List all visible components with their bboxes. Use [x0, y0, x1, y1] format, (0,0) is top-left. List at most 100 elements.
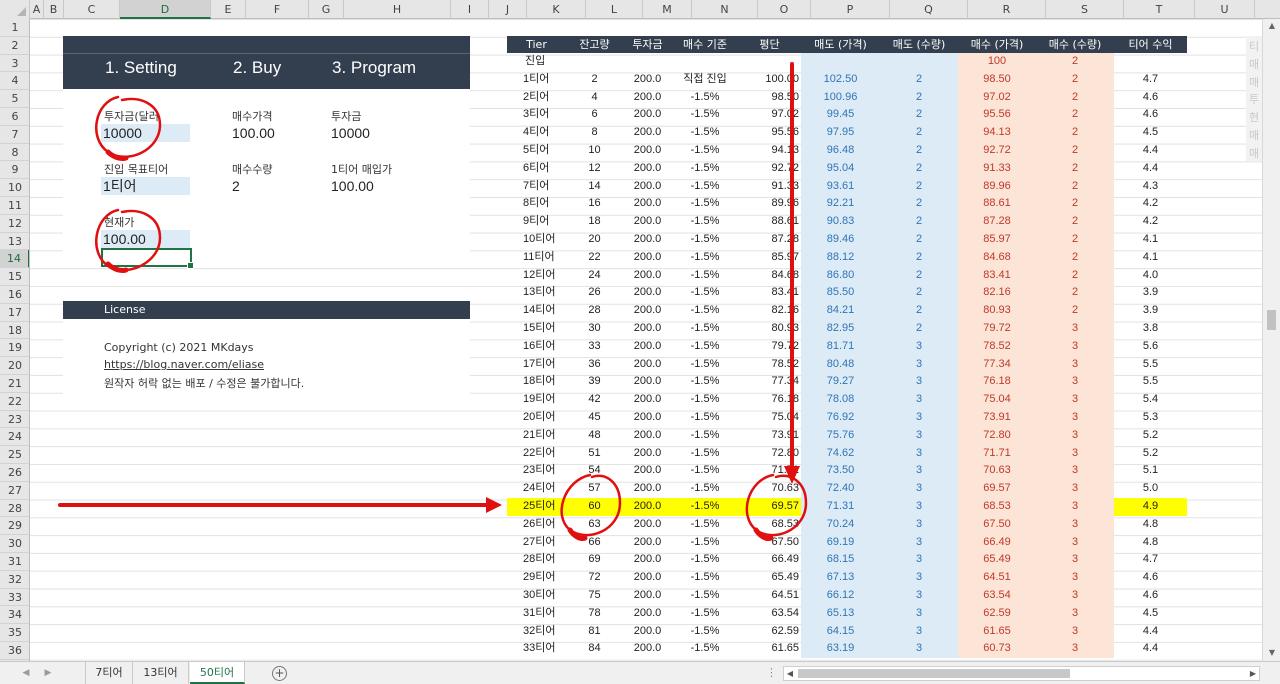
tab-split-handle[interactable]: ⋮	[766, 666, 777, 679]
table-row[interactable]: 2티어 4 200.0 -1.5% 98.50 100.96 2 97.02 2 4.6	[507, 88, 1187, 107]
row-header-24[interactable]: 24	[0, 428, 29, 447]
row-header-25[interactable]: 25	[0, 446, 29, 464]
column-header-n[interactable]: N	[692, 0, 758, 19]
row-header-26[interactable]: 26	[0, 464, 29, 482]
table-row[interactable]: 7티어 14 200.0 -1.5% 91.33 93.61 2 89.96 2 4.3	[507, 177, 1187, 196]
row-header-21[interactable]: 21	[0, 375, 29, 393]
row-header-7[interactable]: 7	[0, 126, 29, 144]
next-sheet-icon[interactable]: ▶	[40, 665, 56, 681]
row-header-12[interactable]: 12	[0, 215, 29, 233]
row-header-10[interactable]: 10	[0, 179, 29, 197]
column-header-b[interactable]: B	[44, 0, 64, 19]
row-header-30[interactable]: 30	[0, 535, 29, 553]
column-header-t[interactable]: T	[1124, 0, 1195, 19]
table-row[interactable]: 3티어 6 200.0 -1.5% 97.02 99.45 2 95.56 2 4.6	[507, 106, 1187, 125]
column-header-o[interactable]: O	[758, 0, 811, 19]
table-row[interactable]: 26티어 63 200.0 -1.5% 68.53 70.24 3 67.50 3 4.8	[507, 515, 1187, 534]
row-header-35[interactable]: 35	[0, 624, 29, 642]
table-row[interactable]: 29티어 72 200.0 -1.5% 65.49 67.13 3 64.51 3 4.6	[507, 569, 1187, 587]
row-header-6[interactable]: 6	[0, 108, 29, 126]
row-header-15[interactable]: 15	[0, 268, 29, 286]
horizontal-scrollbar[interactable]: ◀ ▶	[783, 666, 1260, 681]
row-header-3[interactable]: 3	[0, 55, 29, 73]
row-header-31[interactable]: 31	[0, 553, 29, 571]
row-header-17[interactable]: 17	[0, 304, 29, 322]
add-sheet-icon[interactable]: +	[272, 666, 287, 681]
scroll-down-icon[interactable]: ▼	[1265, 646, 1279, 660]
table-row[interactable]: 21티어 48 200.0 -1.5% 73.91 75.76 3 72.80 3 5.2	[507, 426, 1187, 445]
column-header-q[interactable]: Q	[890, 0, 968, 19]
column-header-c[interactable]: C	[64, 0, 120, 19]
row-header-29[interactable]: 29	[0, 517, 29, 536]
scroll-left-icon[interactable]: ◀	[784, 667, 796, 680]
row-header-9[interactable]: 9	[0, 161, 29, 180]
table-row[interactable]: 19티어 42 200.0 -1.5% 76.18 78.08 3 75.04 3 5.4	[507, 391, 1187, 409]
table-row[interactable]: 1티어 2 200.0 직접 진입 100.00 102.50 2 98.50 2 4.7	[507, 70, 1187, 89]
column-header-h[interactable]: H	[344, 0, 451, 19]
select-all-corner[interactable]	[0, 0, 30, 19]
row-header-36[interactable]: 36	[0, 642, 29, 660]
row-header-5[interactable]: 5	[0, 90, 29, 108]
blog-link[interactable]: https://blog.naver.com/eliase	[104, 358, 264, 371]
table-row[interactable]: 12티어 24 200.0 -1.5% 84.68 86.80 2 83.41 2 4.0	[507, 266, 1187, 285]
table-row[interactable]: 9티어 18 200.0 -1.5% 88.61 90.83 2 87.28 2 4.2	[507, 213, 1187, 231]
vertical-scrollbar[interactable]: ▲ ▼	[1262, 19, 1280, 661]
tab-13tier[interactable]: 13티어	[133, 662, 189, 684]
table-row[interactable]: 25티어 60 200.0 -1.5% 69.57 71.31 3 68.53 3 4.9	[507, 498, 1187, 516]
row-header-2[interactable]: 2	[0, 37, 29, 55]
row-header-27[interactable]: 27	[0, 482, 29, 500]
table-row[interactable]: 8티어 16 200.0 -1.5% 89.96 92.21 2 88.61 2 4.2	[507, 195, 1187, 214]
column-header-f[interactable]: F	[246, 0, 309, 19]
row-header-19[interactable]: 19	[0, 339, 29, 358]
target-tier-input[interactable]: 1티어	[101, 177, 190, 195]
table-row[interactable]: 33티어 84 200.0 -1.5% 61.65 63.19 3 60.73 3 4.4	[507, 640, 1187, 659]
table-row[interactable]: 28티어 69 200.0 -1.5% 66.49 68.15 3 65.49 3 4.7	[507, 551, 1187, 570]
row-header-20[interactable]: 20	[0, 357, 29, 375]
row-header-32[interactable]: 32	[0, 571, 29, 589]
column-header-d[interactable]: D	[120, 0, 211, 19]
vertical-scroll-thumb[interactable]	[1267, 310, 1276, 330]
entry-row[interactable]: 진입 100 2	[507, 53, 1187, 71]
row-header-34[interactable]: 34	[0, 606, 29, 625]
table-row[interactable]: 23티어 54 200.0 -1.5% 71.71 73.50 3 70.63 3 5.1	[507, 462, 1187, 481]
column-header-s[interactable]: S	[1046, 0, 1124, 19]
column-header-e[interactable]: E	[211, 0, 246, 19]
row-header-8[interactable]: 8	[0, 144, 29, 162]
column-header-k[interactable]: K	[527, 0, 586, 19]
row-header-16[interactable]: 16	[0, 286, 29, 304]
table-row[interactable]: 27티어 66 200.0 -1.5% 67.50 69.19 3 66.49 3 4.8	[507, 533, 1187, 552]
table-row[interactable]: 18티어 39 200.0 -1.5% 77.34 79.27 3 76.18 3 5.5	[507, 373, 1187, 392]
scroll-right-icon[interactable]: ▶	[1247, 667, 1259, 680]
table-row[interactable]: 31티어 78 200.0 -1.5% 63.54 65.13 3 62.59 3 4.5	[507, 604, 1187, 623]
row-header-22[interactable]: 22	[0, 393, 29, 411]
tab-50tier[interactable]: 50티어	[190, 662, 245, 684]
table-row[interactable]: 5티어 10 200.0 -1.5% 94.13 96.48 2 92.72 2 4.4	[507, 142, 1187, 160]
table-row[interactable]: 30티어 75 200.0 -1.5% 64.51 66.12 3 63.54 3 4.6	[507, 587, 1187, 605]
table-row[interactable]: 16티어 33 200.0 -1.5% 79.72 81.71 3 78.52 3 5.6	[507, 337, 1187, 356]
table-row[interactable]: 10티어 20 200.0 -1.5% 87.28 89.46 2 85.97 2 4.1	[507, 231, 1187, 249]
column-header-p[interactable]: P	[811, 0, 890, 19]
table-row[interactable]: 22티어 51 200.0 -1.5% 72.80 74.62 3 71.71 3 5.2	[507, 444, 1187, 463]
table-row[interactable]: 11티어 22 200.0 -1.5% 85.97 88.12 2 84.68 2 4.1	[507, 248, 1187, 267]
investment-input[interactable]: 10000	[101, 124, 190, 142]
row-header-33[interactable]: 33	[0, 589, 29, 607]
row-header-11[interactable]: 11	[0, 197, 29, 215]
table-row[interactable]: 13티어 26 200.0 -1.5% 83.41 85.50 2 82.16 2 3.9	[507, 284, 1187, 303]
row-header-13[interactable]: 13	[0, 233, 29, 251]
column-header-j[interactable]: J	[489, 0, 527, 19]
active-cell-cursor[interactable]	[101, 248, 194, 269]
table-row[interactable]: 20티어 45 200.0 -1.5% 75.04 76.92 3 73.91 3 5.3	[507, 409, 1187, 427]
table-row[interactable]: 24티어 57 200.0 -1.5% 70.63 72.40 3 69.57 3 5.0	[507, 480, 1187, 498]
column-header-l[interactable]: L	[586, 0, 643, 19]
column-header-i[interactable]: I	[451, 0, 489, 19]
row-header-14[interactable]: 14	[0, 250, 29, 269]
table-row[interactable]: 32티어 81 200.0 -1.5% 62.59 64.15 3 61.65 3 4.4	[507, 622, 1187, 641]
row-header-1[interactable]: 1	[0, 19, 29, 37]
scroll-up-icon[interactable]: ▲	[1265, 19, 1279, 33]
tab-7tier[interactable]: 7티어	[86, 662, 133, 684]
column-header-m[interactable]: M	[643, 0, 692, 19]
horizontal-scroll-thumb[interactable]	[798, 669, 1070, 678]
column-header-r[interactable]: R	[968, 0, 1046, 19]
row-header-28[interactable]: 28	[0, 500, 29, 518]
prev-sheet-icon[interactable]: ◀	[18, 665, 34, 681]
